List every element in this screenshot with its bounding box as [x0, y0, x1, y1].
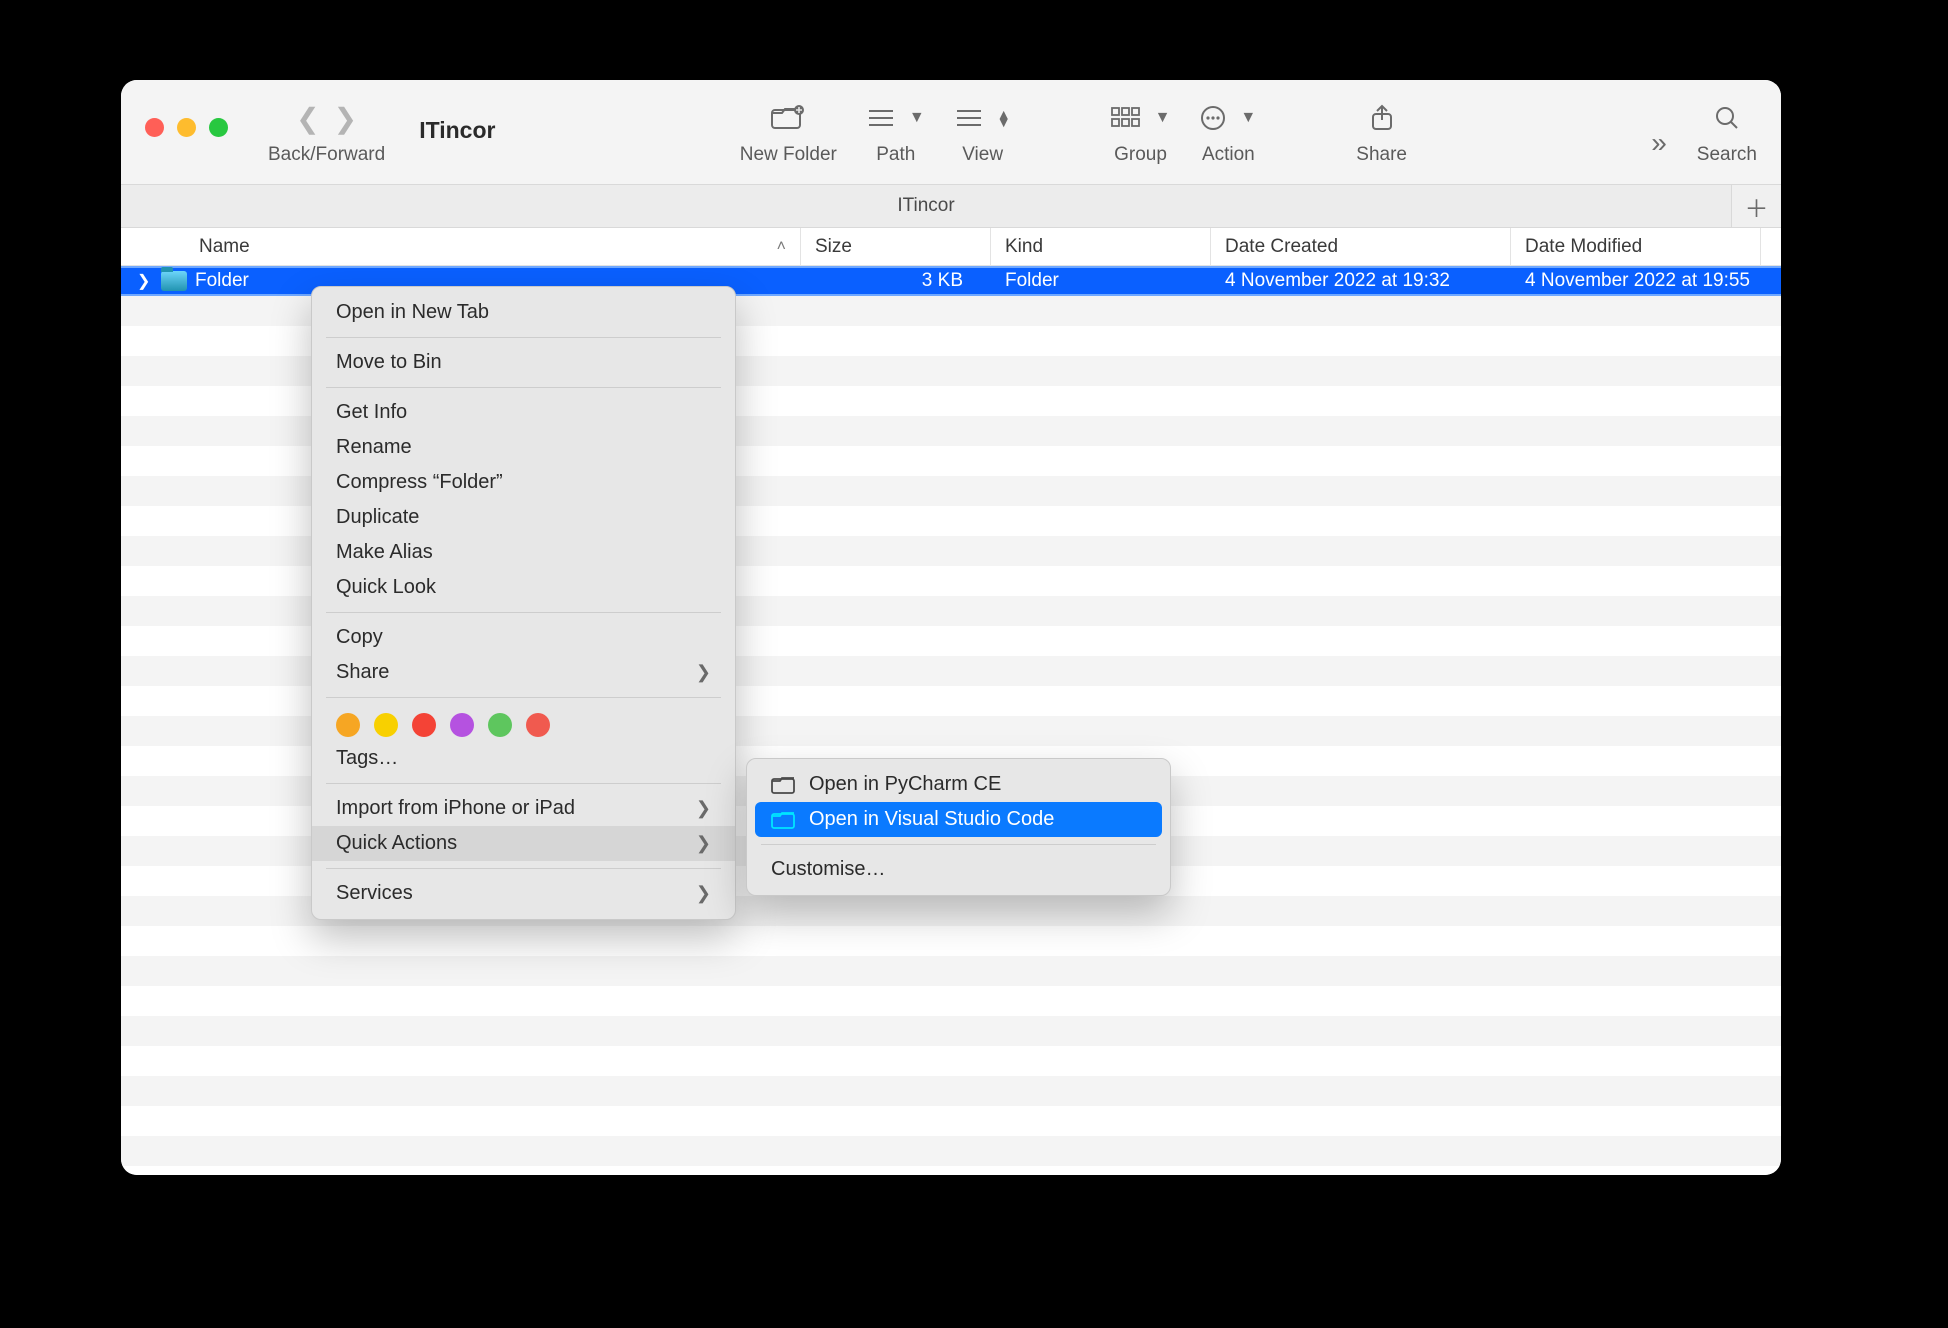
- window-controls: [145, 118, 228, 137]
- chevron-right-icon: ❯: [696, 662, 711, 683]
- toolbar: ❮ ❯ Back/Forward ITincor New Folder ▼ Pa…: [121, 80, 1781, 185]
- tag-color-1[interactable]: [374, 713, 398, 737]
- menu-item-tags[interactable]: Tags…: [312, 741, 735, 776]
- file-name: Folder: [195, 270, 249, 292]
- chevron-right-icon: ❯: [696, 798, 711, 819]
- menu-item-compress[interactable]: Compress “Folder”: [312, 465, 735, 500]
- menu-item-import[interactable]: Import from iPhone or iPad ❯: [312, 791, 735, 826]
- folder-outline-icon: [771, 810, 797, 830]
- menu-item-rename[interactable]: Rename: [312, 430, 735, 465]
- path-icon: [867, 107, 895, 129]
- submenu-item-pycharm[interactable]: Open in PyCharm CE: [747, 767, 1170, 802]
- file-kind: Folder: [991, 270, 1211, 292]
- plus-icon: ＋: [1745, 189, 1769, 224]
- sort-ascending-icon: ˄: [777, 238, 786, 256]
- tag-color-3[interactable]: [450, 713, 474, 737]
- share-button[interactable]: Share: [1356, 98, 1407, 166]
- back-button[interactable]: ❮: [296, 102, 319, 135]
- tab-bar: ITincor ＋: [121, 185, 1781, 228]
- submenu-item-vscode[interactable]: Open in Visual Studio Code: [755, 802, 1162, 837]
- tag-color-4[interactable]: [488, 713, 512, 737]
- close-window-button[interactable]: [145, 118, 164, 137]
- chevrons-right-icon: »: [1651, 127, 1667, 159]
- menu-item-duplicate[interactable]: Duplicate: [312, 500, 735, 535]
- action-button[interactable]: ▼ Action: [1200, 98, 1256, 166]
- separator: [326, 783, 721, 784]
- menu-item-open-new-tab[interactable]: Open in New Tab: [312, 295, 735, 330]
- column-headers: Name ˄ Size Kind Date Created Date Modif…: [121, 228, 1781, 266]
- new-tab-button[interactable]: ＋: [1731, 185, 1781, 227]
- separator: [326, 387, 721, 388]
- tag-color-0[interactable]: [336, 713, 360, 737]
- submenu-item-customise[interactable]: Customise…: [747, 852, 1170, 887]
- menu-item-services[interactable]: Services ❯: [312, 876, 735, 911]
- column-header-date-modified[interactable]: Date Modified: [1511, 228, 1761, 265]
- folder-icon: [161, 271, 187, 291]
- menu-item-copy[interactable]: Copy: [312, 620, 735, 655]
- menu-item-share[interactable]: Share ❯: [312, 655, 735, 690]
- view-button[interactable]: ▲▼ View: [955, 98, 1011, 166]
- chevron-down-icon: ▼: [1155, 109, 1171, 127]
- forward-button[interactable]: ❯: [334, 102, 357, 135]
- finder-window: ❮ ❯ Back/Forward ITincor New Folder ▼ Pa…: [121, 80, 1781, 1175]
- file-date-modified: 4 November 2022 at 19:55: [1511, 270, 1781, 292]
- separator: [326, 697, 721, 698]
- chevron-right-icon: ❯: [696, 833, 711, 854]
- menu-item-make-alias[interactable]: Make Alias: [312, 535, 735, 570]
- back-forward-label: Back/Forward: [268, 144, 385, 166]
- view-icon: [955, 107, 983, 129]
- menu-item-quick-look[interactable]: Quick Look: [312, 570, 735, 605]
- tab-itincor[interactable]: ITincor: [121, 185, 1731, 227]
- group-icon: [1111, 107, 1141, 129]
- column-header-name[interactable]: Name ˄: [121, 228, 801, 265]
- tag-color-5[interactable]: [526, 713, 550, 737]
- separator: [326, 337, 721, 338]
- separator: [326, 612, 721, 613]
- separator: [761, 844, 1156, 845]
- menu-item-get-info[interactable]: Get Info: [312, 395, 735, 430]
- zoom-window-button[interactable]: [209, 118, 228, 137]
- file-date-created: 4 November 2022 at 19:32: [1211, 270, 1511, 292]
- column-header-size[interactable]: Size: [801, 228, 991, 265]
- new-folder-button[interactable]: New Folder: [740, 98, 837, 166]
- separator: [326, 868, 721, 869]
- tag-color-2[interactable]: [412, 713, 436, 737]
- disclosure-triangle-icon[interactable]: ❯: [137, 271, 153, 291]
- minimize-window-button[interactable]: [177, 118, 196, 137]
- search-icon: [1714, 105, 1740, 131]
- quick-actions-submenu: Open in PyCharm CE Open in Visual Studio…: [746, 758, 1171, 896]
- chevron-right-icon: ❯: [696, 883, 711, 904]
- menu-item-quick-actions[interactable]: Quick Actions ❯: [312, 826, 735, 861]
- back-forward-group: ❮ ❯ Back/Forward: [268, 98, 385, 166]
- chevron-down-icon: ▼: [1240, 109, 1256, 127]
- folder-outline-icon: [771, 775, 797, 795]
- group-button[interactable]: ▼ Group: [1111, 98, 1171, 166]
- overflow-button[interactable]: »: [1651, 123, 1667, 163]
- new-folder-icon: [771, 105, 805, 131]
- window-title: ITincor: [419, 117, 495, 144]
- menu-item-move-to-bin[interactable]: Move to Bin: [312, 345, 735, 380]
- column-header-date-created[interactable]: Date Created: [1211, 228, 1511, 265]
- file-size: 3 KB: [801, 270, 991, 292]
- context-menu: Open in New Tab Move to Bin Get Info Ren…: [311, 286, 736, 920]
- updown-icon: ▲▼: [997, 110, 1011, 127]
- column-header-kind[interactable]: Kind: [991, 228, 1211, 265]
- share-icon: [1370, 104, 1394, 132]
- tags-row: [312, 705, 735, 741]
- chevron-down-icon: ▼: [909, 109, 925, 127]
- path-button[interactable]: ▼ Path: [867, 98, 925, 166]
- search-button[interactable]: Search: [1697, 98, 1757, 166]
- action-icon: [1200, 105, 1226, 131]
